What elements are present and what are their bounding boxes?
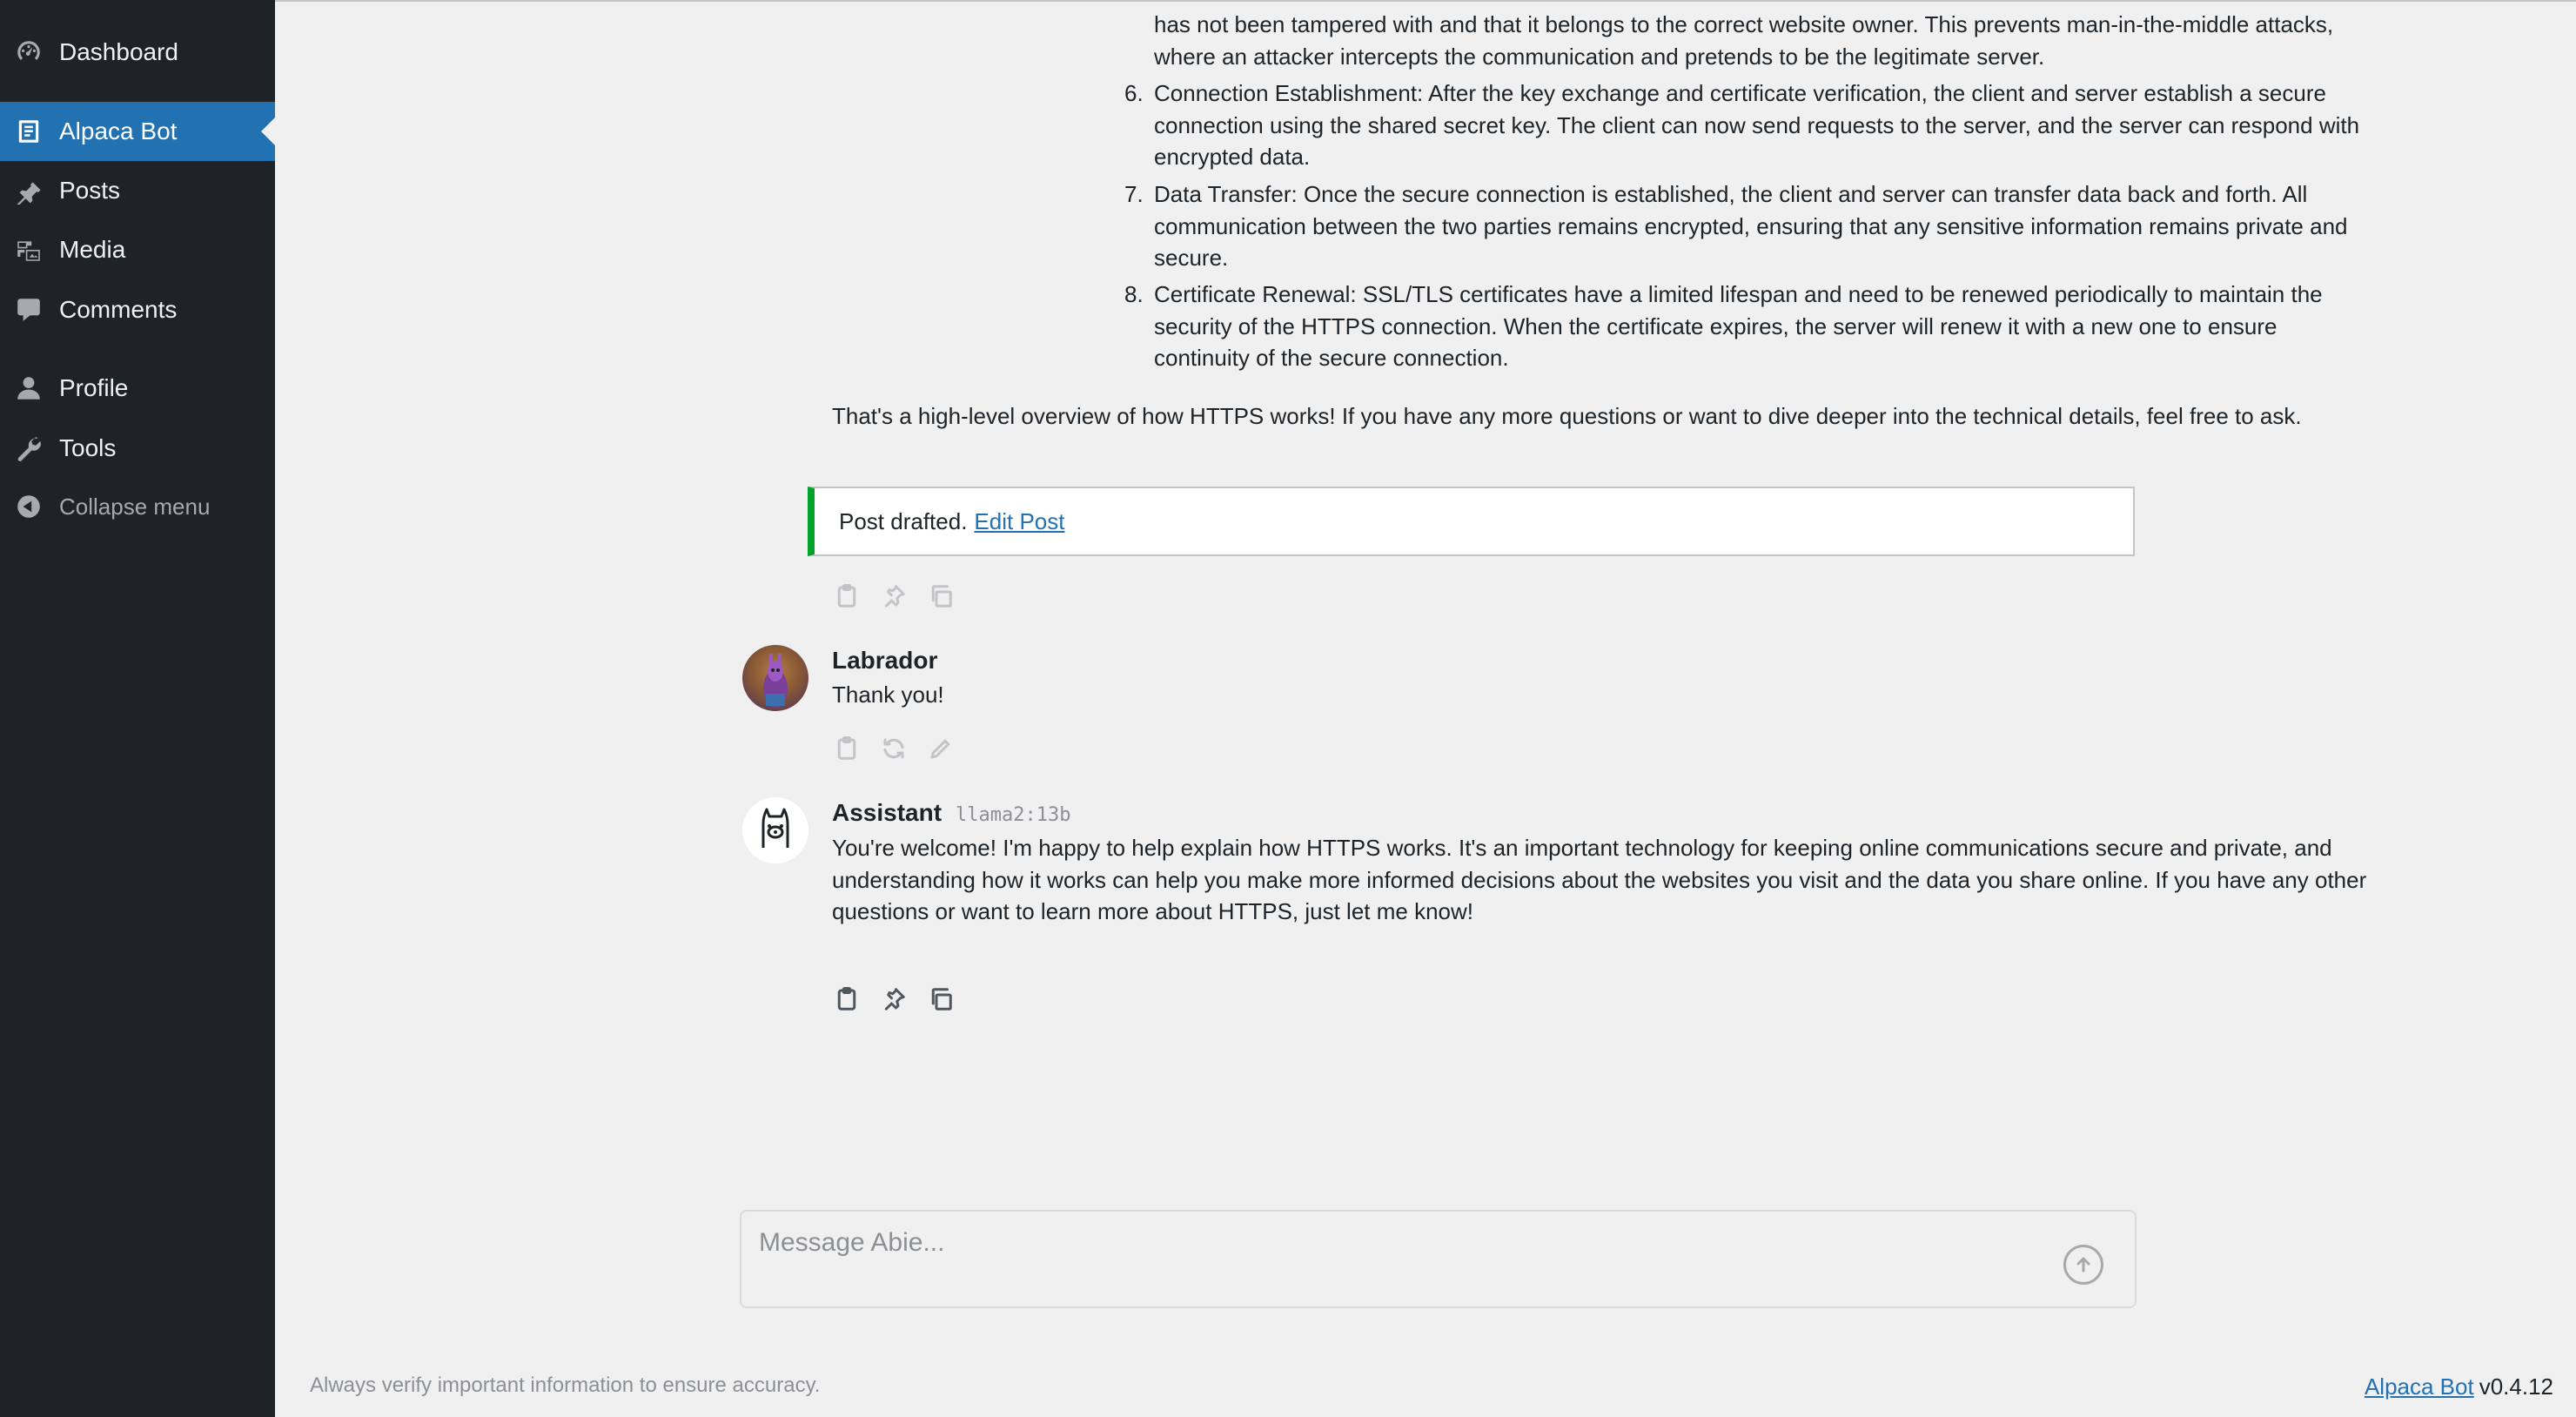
edit-icon[interactable] (926, 734, 956, 763)
wrench-icon (14, 433, 44, 463)
sidebar-item-label: Comments (59, 296, 178, 323)
alpaca-logo-icon (761, 808, 789, 848)
llama-avatar-image (763, 654, 788, 708)
assistant-name-row: Assistant llama2:13b (832, 799, 1071, 827)
arrow-up-icon (2076, 1257, 2090, 1273)
sidebar-item-media[interactable]: Media (0, 220, 275, 279)
dashboard-icon (14, 37, 44, 67)
assistant-summary: That's a high-level overview of how HTTP… (832, 403, 2302, 429)
list-item-text: Data Transfer: Once the secure connectio… (1154, 181, 2348, 271)
user-message-actions (832, 734, 956, 763)
sidebar-item-profile[interactable]: Profile (0, 359, 275, 418)
send-button[interactable] (2063, 1245, 2103, 1285)
user-message-text: Thank you! (832, 682, 944, 708)
user-avatar (742, 645, 808, 711)
regenerate-icon[interactable] (879, 734, 909, 763)
copy-icon[interactable] (926, 984, 956, 1014)
main-content: has not been tampered with and that it b… (275, 0, 2576, 1417)
pin-icon (14, 176, 44, 205)
pin-icon[interactable] (879, 581, 909, 611)
user-name: Labrador (832, 647, 938, 674)
sidebar-item-label: Tools (59, 434, 117, 461)
list-number: 6. (1124, 80, 1144, 106)
list-number: 8. (1124, 281, 1144, 307)
collapse-menu-label: Collapse menu (59, 493, 211, 520)
sidebar-item-label: Posts (59, 177, 121, 204)
sidebar-item-comments[interactable]: Comments (0, 280, 275, 339)
assistant-message-actions (832, 984, 956, 1014)
footer-disclaimer: Always verify important information to e… (310, 1373, 821, 1397)
admin-sidebar: Dashboard Alpaca Bot Posts Media Comment… (0, 0, 275, 1417)
comment-icon (14, 295, 44, 325)
top-divider (275, 0, 2576, 2)
collapse-menu-button[interactable]: Collapse menu (0, 477, 275, 536)
pin-icon[interactable] (879, 984, 909, 1014)
notice-text: Post drafted. (839, 507, 968, 534)
model-badge: llama2:13b (956, 804, 1071, 826)
post-drafted-notice: Post drafted. Edit Post (808, 487, 2135, 556)
partial-line: has not been tampered with and that it b… (1154, 11, 2334, 37)
sidebar-item-label: Alpaca Bot (59, 118, 178, 144)
clipboard-icon[interactable] (832, 581, 862, 611)
edit-post-link[interactable]: Edit Post (974, 508, 1064, 535)
sidebar-item-tools[interactable]: Tools (0, 419, 275, 478)
user-icon (14, 373, 44, 403)
sidebar-item-label: Dashboard (59, 38, 178, 65)
clipboard-icon[interactable] (832, 734, 862, 763)
collapse-arrow-icon (14, 492, 44, 521)
alpaca-bot-link[interactable]: Alpaca Bot (2365, 1373, 2474, 1400)
assistant-message-text: You're welcome! I'm happy to help explai… (832, 835, 2367, 924)
version-text: v0.4.12 (2479, 1373, 2553, 1400)
copy-icon[interactable] (926, 581, 956, 611)
assistant-avatar (742, 797, 808, 863)
partial-list-item: has not been tampered with and that it b… (1154, 9, 2416, 72)
list-number: 7. (1124, 181, 1144, 207)
footer-version-info: Alpaca Bot v0.4.12 (2365, 1373, 2553, 1400)
sidebar-item-label: Profile (59, 374, 129, 401)
list-item-text: Certificate Renewal: SSL/TLS certificate… (1154, 281, 2323, 371)
sidebar-item-posts[interactable]: Posts (0, 161, 275, 220)
sidebar-item-alpaca-bot[interactable]: Alpaca Bot (0, 102, 275, 161)
assistant-name: Assistant (832, 799, 943, 826)
sidebar-item-dashboard[interactable]: Dashboard (0, 23, 275, 82)
message-input[interactable] (759, 1226, 2029, 1260)
partial-line: where an attacker intercepts the communi… (1154, 43, 2045, 70)
message-actions (832, 581, 956, 611)
message-composer (740, 1210, 2137, 1308)
sidebar-item-label: Media (59, 236, 126, 263)
clipboard-icon[interactable] (832, 984, 862, 1014)
media-icon (14, 235, 44, 265)
list-item-text: Connection Establishment: After the key … (1154, 80, 2360, 170)
document-icon (14, 117, 44, 146)
